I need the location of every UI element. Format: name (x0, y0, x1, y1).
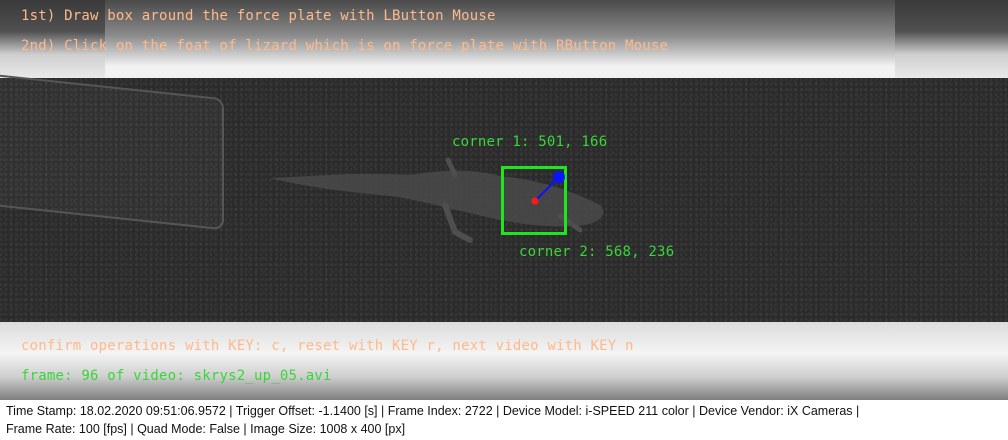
center-point-marker (531, 197, 539, 205)
frame-info: frame: 96 of video: skrys2_up_05.avi (21, 368, 332, 384)
video-frame[interactable]: 1st) Draw box around the force plate wit… (0, 0, 1008, 400)
foot-point-marker[interactable] (553, 171, 565, 183)
status-line-2: Frame Rate: 100 [fps] | Quad Mode: False… (6, 422, 406, 436)
metadata-status-bar: Time Stamp: 18.02.2020 09:51:06.9572 | T… (0, 400, 1008, 440)
corner-2-label: corner 2: 568, 236 (519, 244, 675, 260)
status-line-1: Time Stamp: 18.02.2020 09:51:06.9572 | T… (6, 404, 860, 418)
corner-1-label: corner 1: 501, 166 (452, 134, 608, 150)
key-instructions: confirm operations with KEY: c, reset wi… (21, 338, 634, 354)
